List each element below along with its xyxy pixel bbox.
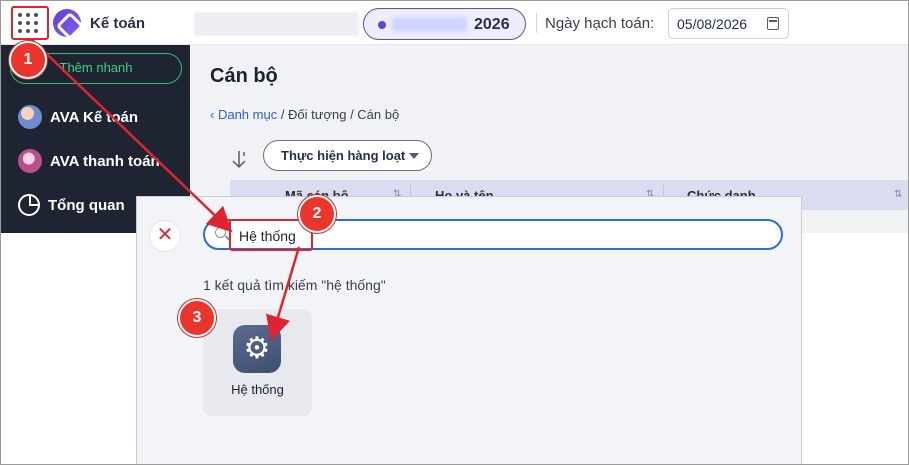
bulk-action-label: Thực hiện hàng loạt <box>281 148 406 163</box>
step-1-badge: 1 <box>9 41 47 79</box>
step-2-badge: 2 <box>298 195 336 233</box>
breadcrumb-back-link[interactable]: ‹ Danh mục <box>210 107 277 122</box>
app-tile-label: Hệ thống <box>231 382 284 397</box>
screenshot-frame: Kế toán 2026 Ngày hạch toán: 05/08/2026 … <box>0 0 909 465</box>
app-logo <box>53 9 81 37</box>
app-tile-system[interactable]: ⚙ Hệ thống <box>203 309 312 416</box>
sidebar-item-overview[interactable]: Tổng quan <box>18 192 125 218</box>
sort-icon[interactable]: ⇅ <box>894 189 902 200</box>
sidebar-item-label: AVA Kế toán <box>50 108 139 126</box>
top-bar: Kế toán 2026 Ngày hạch toán: 05/08/2026 <box>1 1 908 45</box>
calendar-icon[interactable] <box>767 17 779 30</box>
bulk-action-dropdown[interactable]: Thực hiện hàng loạt <box>263 140 432 171</box>
breadcrumb: ‹ Danh mục / Đối tượng / Cán bộ <box>210 107 399 122</box>
fiscal-unit-blurred <box>392 17 467 32</box>
status-dot-icon <box>378 21 386 29</box>
collapse-arrow-icon[interactable] <box>230 150 248 170</box>
page-title: Cán bộ <box>210 65 278 87</box>
fiscal-year-selector[interactable]: 2026 <box>363 8 526 40</box>
search-icon <box>215 227 226 238</box>
ava-payment-avatar-icon <box>18 149 42 173</box>
fiscal-year: 2026 <box>474 16 510 33</box>
gear-icon: ⚙ <box>233 325 281 373</box>
chevron-down-icon <box>409 153 419 159</box>
posting-date-value: 05/08/2026 <box>677 16 748 32</box>
sidebar-item-label: Tổng quan <box>48 196 125 214</box>
step-3-badge: 3 <box>178 299 216 337</box>
posting-date-field[interactable]: 05/08/2026 <box>668 8 789 39</box>
divider <box>536 13 537 33</box>
sidebar-item-ava-accounting[interactable]: AVA Kế toán <box>18 104 138 130</box>
search-result-count: 1 kết quả tìm kiếm "hệ thống" <box>203 277 386 293</box>
ava-accounting-avatar-icon <box>18 105 42 129</box>
breadcrumb-path: / Đối tượng / Cán bộ <box>277 107 400 122</box>
company-name-blurred[interactable] <box>194 12 359 36</box>
sidebar-item-label: AVA thanh toán <box>50 152 160 170</box>
pie-chart-icon <box>18 194 40 216</box>
close-icon[interactable]: ✕ <box>149 220 181 252</box>
app-name: Kế toán <box>90 15 146 32</box>
posting-date-label: Ngày hạch toán: <box>545 15 655 32</box>
sidebar-item-ava-payment[interactable]: AVA thanh toán <box>18 148 160 174</box>
step-1-highlight <box>11 6 49 40</box>
